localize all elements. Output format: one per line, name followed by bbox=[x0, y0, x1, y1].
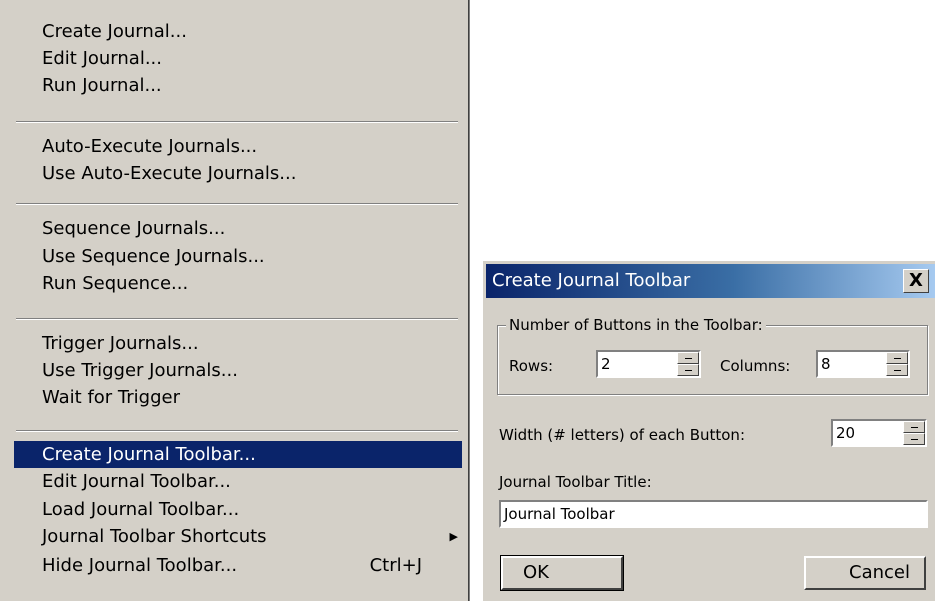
dialog-titlebar[interactable]: Create Journal Toolbar X bbox=[486, 264, 935, 298]
spin-down-icon[interactable] bbox=[903, 433, 925, 445]
spin-up-icon[interactable] bbox=[677, 352, 699, 364]
groupbox-label: Number of Buttons in the Toolbar: bbox=[506, 315, 766, 335]
menu-item-use-sequence-journals[interactable]: Use Sequence Journals... bbox=[14, 243, 462, 270]
rows-label: Rows: bbox=[509, 357, 554, 375]
menu-separator bbox=[16, 318, 458, 320]
menu-separator bbox=[16, 430, 458, 432]
menu-item-edit-journal[interactable]: Edit Journal... bbox=[14, 45, 462, 72]
rows-spin-buttons[interactable] bbox=[677, 352, 699, 376]
spin-up-icon[interactable] bbox=[886, 352, 908, 364]
spin-down-icon[interactable] bbox=[886, 364, 908, 376]
shortcut-label: Ctrl+J bbox=[369, 555, 422, 576]
submenu-arrow-icon: ▶ bbox=[449, 530, 458, 543]
button-width-spinner[interactable]: 20 bbox=[831, 419, 927, 447]
menu-item-run-sequence[interactable]: Run Sequence... bbox=[14, 270, 462, 297]
close-button[interactable]: X bbox=[903, 269, 929, 293]
button-width-value[interactable]: 20 bbox=[836, 422, 855, 444]
menu-item-load-journal-toolbar[interactable]: Load Journal Toolbar... bbox=[14, 496, 462, 523]
menu-item-create-journal[interactable]: Create Journal... bbox=[14, 18, 462, 45]
menu-item-edit-journal-toolbar[interactable]: Edit Journal Toolbar... bbox=[14, 468, 462, 495]
menu-item-sequence-journals[interactable]: Sequence Journals... bbox=[14, 215, 462, 242]
menu-item-trigger-journals[interactable]: Trigger Journals... bbox=[14, 330, 462, 357]
columns-value[interactable]: 8 bbox=[821, 353, 831, 375]
button-width-label: Width (# letters) of each Button: bbox=[499, 426, 745, 444]
create-journal-toolbar-dialog: Create Journal Toolbar X Number of Butto… bbox=[482, 260, 935, 601]
columns-spin-buttons[interactable] bbox=[886, 352, 908, 376]
rows-value[interactable]: 2 bbox=[601, 353, 611, 375]
columns-spinner[interactable]: 8 bbox=[816, 350, 910, 378]
dialog-title: Create Journal Toolbar bbox=[492, 270, 691, 291]
menu-item-hide-journal-toolbar[interactable]: Hide Journal Toolbar... Ctrl+J bbox=[14, 552, 462, 579]
spin-down-icon[interactable] bbox=[677, 364, 699, 376]
menu-item-create-journal-toolbar[interactable]: Create Journal Toolbar... bbox=[14, 441, 462, 468]
menu-separator bbox=[16, 121, 458, 123]
columns-label: Columns: bbox=[720, 357, 791, 375]
toolbar-title-input[interactable]: Journal Toolbar bbox=[499, 500, 928, 528]
ok-button[interactable]: OK bbox=[500, 555, 624, 591]
menu-item-auto-execute-journals[interactable]: Auto-Execute Journals... bbox=[14, 133, 462, 160]
spin-up-icon[interactable] bbox=[903, 421, 925, 433]
rows-spinner[interactable]: 2 bbox=[596, 350, 701, 378]
width-spin-buttons[interactable] bbox=[903, 421, 925, 445]
menu-item-run-journal[interactable]: Run Journal... bbox=[14, 72, 462, 99]
journal-menu: Create Journal... Edit Journal... Run Jo… bbox=[0, 0, 470, 601]
close-icon: X bbox=[909, 270, 923, 291]
menu-item-use-auto-execute-journals[interactable]: Use Auto-Execute Journals... bbox=[14, 160, 462, 187]
toolbar-title-label: Journal Toolbar Title: bbox=[499, 473, 652, 491]
menu-separator bbox=[16, 203, 458, 205]
menu-item-wait-for-trigger[interactable]: Wait for Trigger bbox=[14, 384, 462, 411]
menu-item-use-trigger-journals[interactable]: Use Trigger Journals... bbox=[14, 357, 462, 384]
menu-item-journal-toolbar-shortcuts[interactable]: Journal Toolbar Shortcuts ▶ bbox=[14, 523, 462, 550]
cancel-button[interactable]: Cancel bbox=[804, 556, 926, 590]
